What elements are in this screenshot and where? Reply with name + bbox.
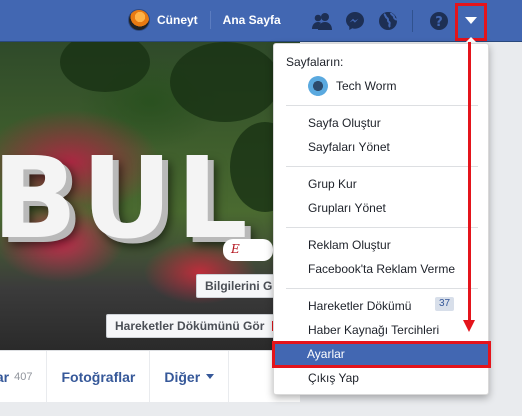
activity-count-badge: 37 [435, 297, 454, 311]
menu-item-manage-pages[interactable]: Sayfaları Yönet [308, 136, 390, 158]
page-background [0, 402, 522, 416]
user-avatar [128, 9, 150, 31]
update-info-button[interactable]: Bilgilerini Gü [196, 274, 278, 298]
user-name: Cüneyt [157, 13, 198, 27]
page-name: Tech Worm [336, 79, 397, 93]
view-activity-log-button[interactable]: Hareketler Dökümünü Gör [106, 314, 276, 338]
tab-label: Fotoğraflar [61, 368, 136, 385]
tab-label: Diğer [164, 368, 201, 385]
menu-item-logout[interactable]: Çıkış Yap [308, 367, 359, 389]
friend-requests-icon[interactable] [310, 10, 334, 32]
menu-item-advertise[interactable]: Facebook'ta Reklam Verme [308, 258, 455, 280]
tab-photos[interactable]: Fotoğraflar [47, 350, 151, 403]
tab-more[interactable]: Diğer [150, 350, 230, 403]
page-link-tech-worm[interactable]: Tech Worm [308, 75, 396, 97]
cover-sign: E [223, 239, 273, 261]
menu-item-activity-log[interactable]: Hareketler Dökümü [308, 295, 411, 317]
tab-label: lar [0, 368, 10, 385]
cover-letters: BUL [0, 134, 252, 264]
topbar-divider [412, 10, 413, 32]
globe-icon[interactable] [376, 10, 400, 32]
chevron-down-icon [206, 374, 215, 379]
menu-item-create-ad[interactable]: Reklam Oluştur [308, 234, 391, 256]
menu-item-create-page[interactable]: Sayfa Oluştur [308, 112, 381, 134]
friends-count: 407 [14, 370, 33, 383]
account-menu-highlight [455, 3, 487, 41]
page-avatar [308, 76, 328, 96]
home-link[interactable]: Ana Sayfa [223, 13, 281, 27]
menu-divider [286, 227, 478, 228]
cover-foliage [60, 42, 150, 92]
menu-item-manage-groups[interactable]: Grupları Yönet [308, 197, 386, 219]
top-navigation-bar: Cüneyt Ana Sayfa ? [0, 0, 522, 42]
annotation-arrow-head [463, 320, 475, 332]
menu-item-news-feed-preferences[interactable]: Haber Kaynağı Tercihleri [308, 319, 439, 341]
annotation-arrow-line [468, 42, 471, 322]
settings-highlight [272, 341, 491, 368]
messenger-icon[interactable] [343, 10, 367, 32]
svg-text:?: ? [435, 15, 443, 30]
menu-divider [286, 166, 478, 167]
tab-friends[interactable]: lar 407 [0, 350, 48, 403]
pages-heading: Sayfaların: [286, 55, 344, 69]
cover-foliage [170, 42, 280, 122]
nav-separator [209, 11, 211, 29]
cover-photo[interactable]: BUL E [0, 42, 300, 350]
menu-item-create-group[interactable]: Grup Kur [308, 173, 357, 195]
profile-tabs: lar 407 Fotoğraflar Diğer [0, 350, 300, 403]
menu-divider [286, 288, 478, 289]
profile-link[interactable]: Cüneyt Ana Sayfa [128, 8, 281, 32]
help-icon[interactable]: ? [427, 10, 451, 32]
menu-divider [286, 105, 478, 106]
